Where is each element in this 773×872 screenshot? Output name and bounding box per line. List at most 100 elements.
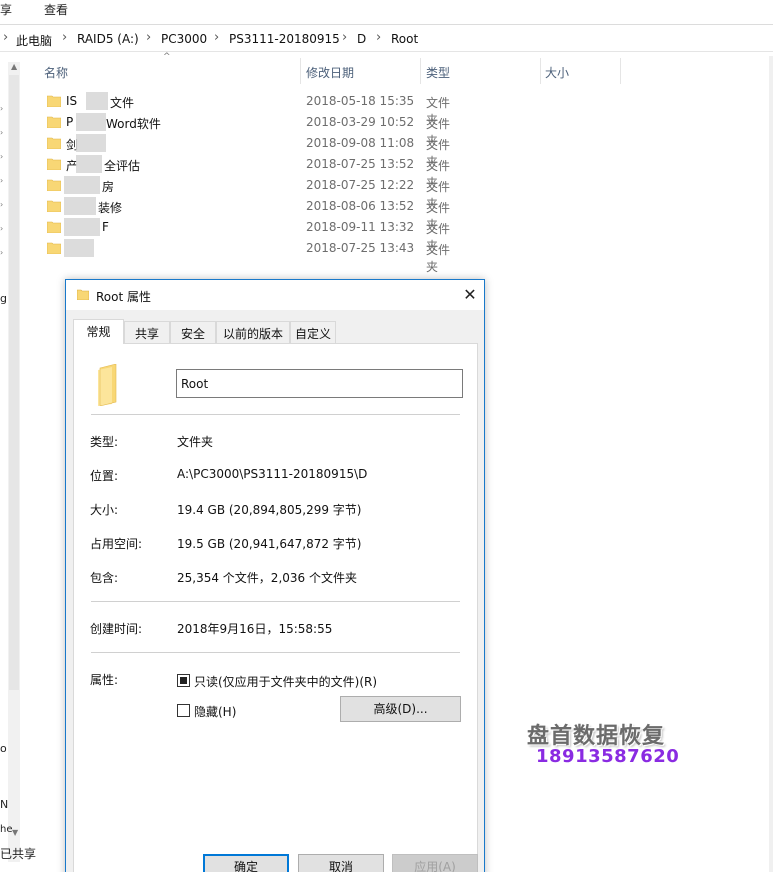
obscured-name-patch xyxy=(76,134,106,152)
breadcrumb-item-raid5[interactable]: RAID5 (A:) xyxy=(77,32,139,46)
file-row[interactable]: P Word软件 2018-03-29 10:52 文件夹 xyxy=(40,112,460,148)
file-row[interactable]: 房 2018-07-25 12:22 文件夹 xyxy=(40,175,460,211)
folder-icon xyxy=(47,95,61,107)
general-tab-panel: 类型: 文件夹 位置: A:\PC3000\PS3111-20180915\D … xyxy=(73,343,478,872)
address-bar[interactable]: › 此电脑 › RAID5 (A:) › PC3000 › PS3111-201… xyxy=(0,28,773,52)
obscured-name-patch xyxy=(86,92,108,110)
column-divider[interactable] xyxy=(420,58,421,84)
file-date: 2018-07-25 13:52 xyxy=(306,157,415,171)
folder-icon xyxy=(77,289,89,300)
file-date: 2018-08-06 13:52 xyxy=(306,199,415,213)
column-header-date-label: 修改日期 xyxy=(306,66,355,80)
column-header-type[interactable]: 类型 xyxy=(426,58,540,86)
expand-arrow-icon[interactable]: › xyxy=(0,248,3,257)
ribbon-tab-view[interactable]: 查看 xyxy=(44,1,68,18)
navigation-scrollbar-thumb[interactable] xyxy=(9,75,19,690)
tab-customize[interactable]: 自定义 xyxy=(290,321,336,343)
expand-arrow-icon[interactable]: › xyxy=(0,152,3,161)
file-row[interactable]: 产全评估 2018-07-25 13:52 文件夹 xyxy=(40,154,460,190)
location-label: 位置: xyxy=(90,469,119,483)
column-header-date[interactable]: 修改日期 xyxy=(306,58,420,86)
readonly-checkbox-label[interactable]: 只读(仅应用于文件夹中的文件)(R) xyxy=(194,673,377,690)
readonly-checkbox[interactable] xyxy=(177,674,190,687)
file-date: 2018-03-29 10:52 xyxy=(306,115,415,129)
folder-icon xyxy=(47,137,61,149)
column-header-size-label: 大小 xyxy=(545,66,570,80)
column-header-name-label: 名称 xyxy=(44,66,69,80)
ribbon-tab-share[interactable]: 享 xyxy=(0,1,12,18)
file-row[interactable]: 2018-07-25 13:43 文件夹 xyxy=(40,238,460,274)
advanced-button[interactable]: 高级(D)... xyxy=(340,696,461,722)
file-row[interactable]: IS 文件 2018-05-18 15:35 文件夹 xyxy=(40,91,460,127)
dialog-titlebar[interactable]: Root 属性 ✕ xyxy=(66,280,484,310)
type-label: 类型: xyxy=(90,435,119,449)
file-name-end: Word软件 xyxy=(106,117,161,131)
file-name-end: 房 xyxy=(102,180,115,194)
breadcrumb-item-ps3111[interactable]: PS3111-20180915 xyxy=(229,32,340,46)
hidden-checkbox[interactable] xyxy=(177,704,190,717)
breadcrumb-separator[interactable]: › xyxy=(214,30,219,45)
file-row[interactable]: 装修 2018-08-06 13:52 文件夹 xyxy=(40,196,460,232)
breadcrumb-separator[interactable]: › xyxy=(342,30,347,45)
column-header-name[interactable]: 名称 xyxy=(44,58,300,86)
tab-security[interactable]: 安全 xyxy=(170,321,216,343)
tab-sharing[interactable]: 共享 xyxy=(124,321,170,343)
file-name-start: IS xyxy=(66,94,78,108)
ribbon-divider xyxy=(0,24,773,25)
file-date: 2018-09-08 11:08 xyxy=(306,136,415,150)
expand-arrow-icon[interactable]: › xyxy=(0,104,3,113)
tab-previous-versions[interactable]: 以前的版本 xyxy=(216,321,290,343)
properties-dialog: Root 属性 ✕ 常规 共享 安全 以前的版本 自定义 类型: 文件夹 位置:… xyxy=(65,279,485,872)
obscured-name-patch xyxy=(64,197,96,215)
column-header-size[interactable]: 大小 xyxy=(545,58,620,86)
expand-arrow-icon[interactable]: › xyxy=(0,128,3,137)
ok-button[interactable]: 确定 xyxy=(203,854,289,872)
file-name-end: F xyxy=(102,220,109,234)
watermark-phone: 18913587620 xyxy=(536,746,680,767)
nav-item-fragment[interactable]: g xyxy=(0,292,7,305)
breadcrumb-separator[interactable]: › xyxy=(376,30,381,45)
file-date: 2018-07-25 12:22 xyxy=(306,178,415,192)
column-divider[interactable] xyxy=(300,58,301,84)
cancel-button[interactable]: 取消 xyxy=(298,854,384,872)
folder-icon xyxy=(47,221,61,233)
file-row[interactable]: F 2018-09-11 13:32 文件夹 xyxy=(40,217,460,253)
nav-item-fragment[interactable]: he xyxy=(0,824,13,835)
breadcrumb-item-root[interactable]: Root xyxy=(391,32,418,46)
file-type: 文件夹 xyxy=(426,243,451,274)
column-divider[interactable] xyxy=(540,58,541,84)
tab-general[interactable]: 常规 xyxy=(73,319,124,344)
obscured-name-patch xyxy=(76,155,102,173)
apply-button[interactable]: 应用(A) xyxy=(392,854,478,872)
breadcrumb-item-this-pc[interactable]: 此电脑 xyxy=(16,32,52,49)
file-name-end: 文件 xyxy=(110,96,135,110)
nav-item-fragment[interactable]: o xyxy=(0,742,7,755)
breadcrumb-item-d[interactable]: D xyxy=(357,32,366,46)
hidden-checkbox-label[interactable]: 隐藏(H) xyxy=(194,703,236,720)
dialog-title: Root 属性 xyxy=(96,290,152,304)
folder-icon xyxy=(47,158,61,170)
scroll-down-icon[interactable]: ▼ xyxy=(12,828,18,837)
expand-arrow-icon[interactable]: › xyxy=(0,176,3,185)
file-row[interactable]: 剑 2018-09-08 11:08 文件夹 xyxy=(40,133,460,169)
nav-item-fragment[interactable]: N xyxy=(0,798,8,811)
column-header-type-label: 类型 xyxy=(426,66,451,80)
breadcrumb-separator: › xyxy=(3,30,9,45)
breadcrumb-item-pc3000[interactable]: PC3000 xyxy=(161,32,207,46)
file-name-start: P xyxy=(66,115,74,129)
scroll-up-icon[interactable]: ▲ xyxy=(11,62,17,71)
close-button[interactable]: ✕ xyxy=(460,285,480,305)
size-on-disk-label: 占用空间: xyxy=(90,537,143,551)
obscured-name-patch xyxy=(64,218,100,236)
nav-item-shared[interactable]: 已共享 xyxy=(0,845,36,862)
expand-arrow-icon[interactable]: › xyxy=(0,224,3,233)
folder-name-input[interactable] xyxy=(176,369,463,398)
expand-arrow-icon[interactable]: › xyxy=(0,200,3,209)
close-icon: ✕ xyxy=(463,285,477,304)
column-divider[interactable] xyxy=(620,58,621,84)
file-list-scrollbar[interactable] xyxy=(769,56,773,872)
breadcrumb-separator[interactable]: › xyxy=(146,30,151,45)
attributes-label: 属性: xyxy=(90,673,119,687)
folder-icon xyxy=(47,242,61,254)
breadcrumb-separator[interactable]: › xyxy=(62,30,67,45)
